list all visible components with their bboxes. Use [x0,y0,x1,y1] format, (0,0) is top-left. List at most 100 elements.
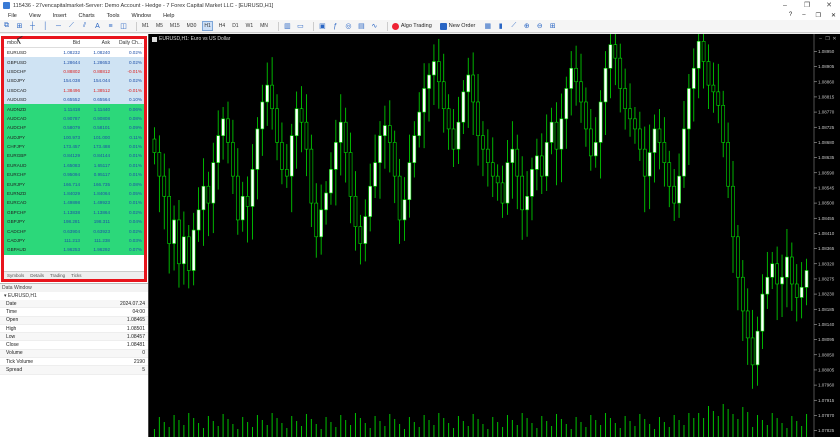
market-icon[interactable]: ▤ [357,22,366,31]
data-window-symbol-label: EURUSD,H1 [7,293,37,299]
header-bid[interactable]: Bid [48,40,80,46]
tab-trading[interactable]: Trading [47,272,68,279]
header-daily-change[interactable]: Daily Ch... [110,40,144,46]
market-watch-row[interactable]: CHFJPY 173.457 173.488 0.01% [4,141,144,152]
menu-view[interactable]: View [29,13,41,19]
new-order-button[interactable]: New Order [439,22,475,30]
menu-help[interactable]: Help [163,13,174,19]
shapes-icon[interactable]: ◫ [119,22,128,31]
menu-window[interactable]: Window [132,13,152,19]
help-icon[interactable]: ? [789,12,792,19]
market-watch-row[interactable]: AUDCHF 0.58079 0.58101 0.09% [4,123,144,133]
timeframe-h4[interactable]: H4 [218,22,226,30]
tab-details[interactable]: Details [27,272,47,279]
header-ask[interactable]: Ask [80,40,110,46]
tab-symbols[interactable]: Symbols [4,272,27,279]
market-watch-tabs: Symbols Details Trading Ticks [4,271,144,279]
candle-bull [569,67,574,89]
timeframe-m30[interactable]: M30 [186,22,198,30]
market-watch-row[interactable]: USDCAD 1.38496 1.38512 -0.01% [4,85,144,95]
chart-window-controls: – ❐ ✕ [817,36,838,42]
market-watch-row[interactable]: AUDNZD 1.11418 1.11440 0.06% [4,104,144,114]
zoom-out-icon[interactable]: ⊖ [535,22,544,31]
vertical-line-icon[interactable]: │ [41,22,50,31]
menu-charts[interactable]: Charts [78,13,94,19]
chart-type-icon[interactable]: ▥ [283,22,292,31]
timeframe-w1[interactable]: W1 [245,22,255,30]
timeframe-h1[interactable]: H1 [202,21,213,31]
market-watch-row[interactable]: CADCHF 0.63904 0.63923 0.02% [4,226,144,236]
price-tick-label: 1.08275 [818,277,835,282]
market-watch-row[interactable]: AUDCAD 0.90787 0.90808 0.08% [4,113,144,124]
candle-bear [476,101,480,136]
market-watch-row[interactable]: GBPAUD 1.96253 1.96292 0.07% [4,245,144,255]
child-minimize-button[interactable]: – [802,12,805,19]
text-tool-icon[interactable]: A [93,22,102,31]
chart-minimize-icon[interactable]: – [817,36,824,42]
timeframe-m1[interactable]: M1 [141,22,150,30]
child-restore-button[interactable]: ❐ [816,12,821,19]
close-button[interactable]: ✕ [818,0,840,11]
chart-close-icon[interactable]: ✕ [831,36,838,42]
menu-file[interactable]: File [8,13,17,19]
market-watch-row[interactable]: GBPJPY 198.281 198.311 0.04% [4,217,144,227]
maximize-button[interactable]: ❐ [796,0,818,11]
candle-bull [603,67,608,103]
candle-bear [662,142,667,163]
market-watch-row[interactable]: EURAUD 1.65083 1.65117 0.01% [4,160,144,171]
new-order-icon [439,22,447,30]
market-watch-row[interactable]: USDCHF 0.88802 0.88812 -0.01% [4,66,144,77]
market-watch-row[interactable]: GBPUSD 1.28644 1.28653 0.02% [4,57,144,67]
signals-icon[interactable]: ◎ [344,22,353,31]
line-chart-icon[interactable]: ⟋ [509,22,518,31]
market-watch-row[interactable]: EURGBP 0.84129 0.84144 0.01% [4,151,144,161]
candle-chart-icon[interactable]: ▮ [496,22,505,31]
bar-chart-icon[interactable]: ▦ [483,22,492,31]
market-watch-row[interactable]: EURCAD 1.49898 1.49923 0.01% [4,198,144,208]
child-close-button[interactable]: ✕ [831,12,836,19]
algo-trading-button[interactable]: Algo Trading [391,22,432,30]
market-watch-row[interactable]: EURJPY 166.714 166.735 0.08% [4,179,144,189]
horizontal-line-icon[interactable]: ─ [54,22,63,31]
menu-tools[interactable]: Tools [107,13,120,19]
candle-bear [672,185,676,204]
market-watch-row[interactable]: GBPCHF 1.13838 1.13864 0.02% [4,207,144,218]
header-symbol[interactable]: mbol [4,40,48,46]
data-window-symbol[interactable]: ▾ EURUSD,H1 [0,292,148,300]
row-bid: 1.13838 [63,209,80,215]
timeframe-m5[interactable]: M5 [155,22,164,30]
ide-icon[interactable]: ▣ [318,22,327,31]
market-watch-row[interactable]: EURCHF 0.95094 0.95117 0.01% [4,170,144,180]
zoom-in-icon[interactable]: ⊕ [522,22,531,31]
market-watch-row[interactable]: AUDUSD 0.65552 0.65564 0.10% [4,94,144,105]
fibonacci-icon[interactable]: ≡ [106,22,115,31]
menu-insert[interactable]: Insert [53,13,67,19]
price-chart[interactable]: 1.08950 1.08905 1.08860 1.08815 1.08770 1.087… [149,34,840,437]
trendline-icon[interactable]: ⟋ [67,22,76,31]
vps-icon[interactable]: ∿ [370,22,379,31]
candle-bull [211,162,216,204]
timeframe-d1[interactable]: D1 [231,22,239,30]
market-watch-row[interactable]: EURNZD 1.84029 1.84064 0.05% [4,188,144,199]
tile-windows-icon[interactable]: ⊞ [548,22,557,31]
candle-bull [535,155,539,170]
candle-bull [598,101,603,143]
chart-window[interactable]: 1.08950 1.08905 1.08860 1.08815 1.08770 1.087… [148,34,840,437]
indicators-icon[interactable]: ƒ [331,22,340,31]
minimize-button[interactable]: – [774,0,796,11]
profiles-icon[interactable]: ⊞ [15,22,24,31]
market-watch-row[interactable]: CADJPY 111.213 111.238 0.03% [4,235,144,246]
timeframe-mn[interactable]: MN [259,22,269,30]
timeframe-m15[interactable]: M15 [169,22,181,30]
channel-icon[interactable]: ⫽ [80,22,89,31]
market-watch-row[interactable]: AUDJPY 100.973 101.000 0.11% [4,132,144,142]
price-tick-label: 1.07825 [818,428,835,433]
tab-ticks[interactable]: Ticks [68,272,84,279]
template-icon[interactable]: ▭ [296,22,305,31]
market-watch-row[interactable]: EURUSD 1.08232 1.08240 0.02% [4,48,144,57]
candle-bear [471,74,475,103]
chart-restore-icon[interactable]: ❐ [824,36,831,42]
new-chart-icon[interactable]: ⧉ [2,22,11,31]
market-watch-row[interactable]: USDJPY 154.038 154.044 0.02% [4,76,144,86]
crosshair-icon[interactable]: ┼ [28,22,37,31]
